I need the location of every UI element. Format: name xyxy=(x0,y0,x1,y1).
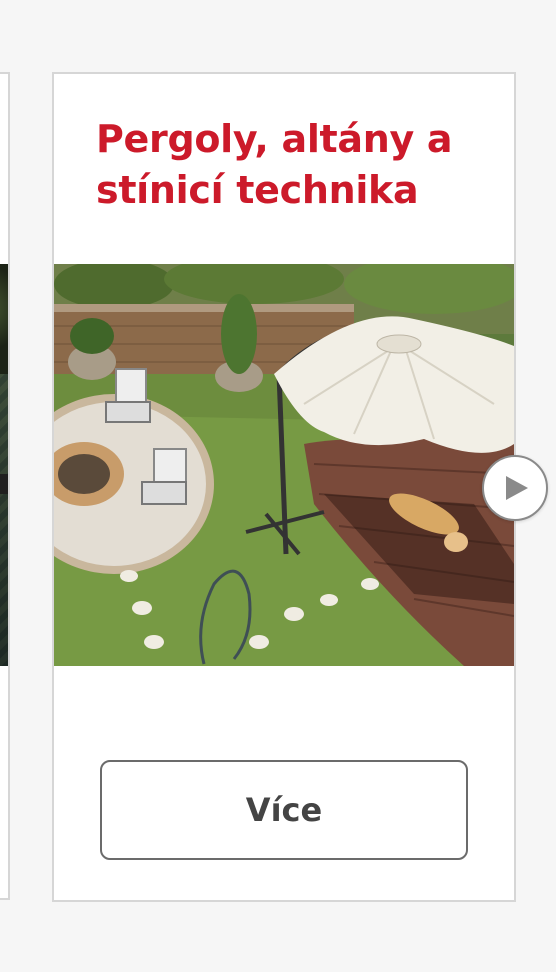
category-card: Pergoly, altány a stínicí technika Více xyxy=(52,72,516,902)
garden-umbrella-photo xyxy=(54,264,514,666)
play-triangle-icon xyxy=(506,476,528,500)
carousel-viewport: Pergoly, altány a stínicí technika Více xyxy=(0,0,556,972)
more-button[interactable]: Více xyxy=(100,760,468,860)
previous-card[interactable] xyxy=(0,72,10,900)
carousel-next-button[interactable] xyxy=(482,455,548,521)
card-image xyxy=(54,264,514,666)
card-title: Pergoly, altány a stínicí technika xyxy=(96,117,453,212)
previous-card-image xyxy=(0,264,8,666)
